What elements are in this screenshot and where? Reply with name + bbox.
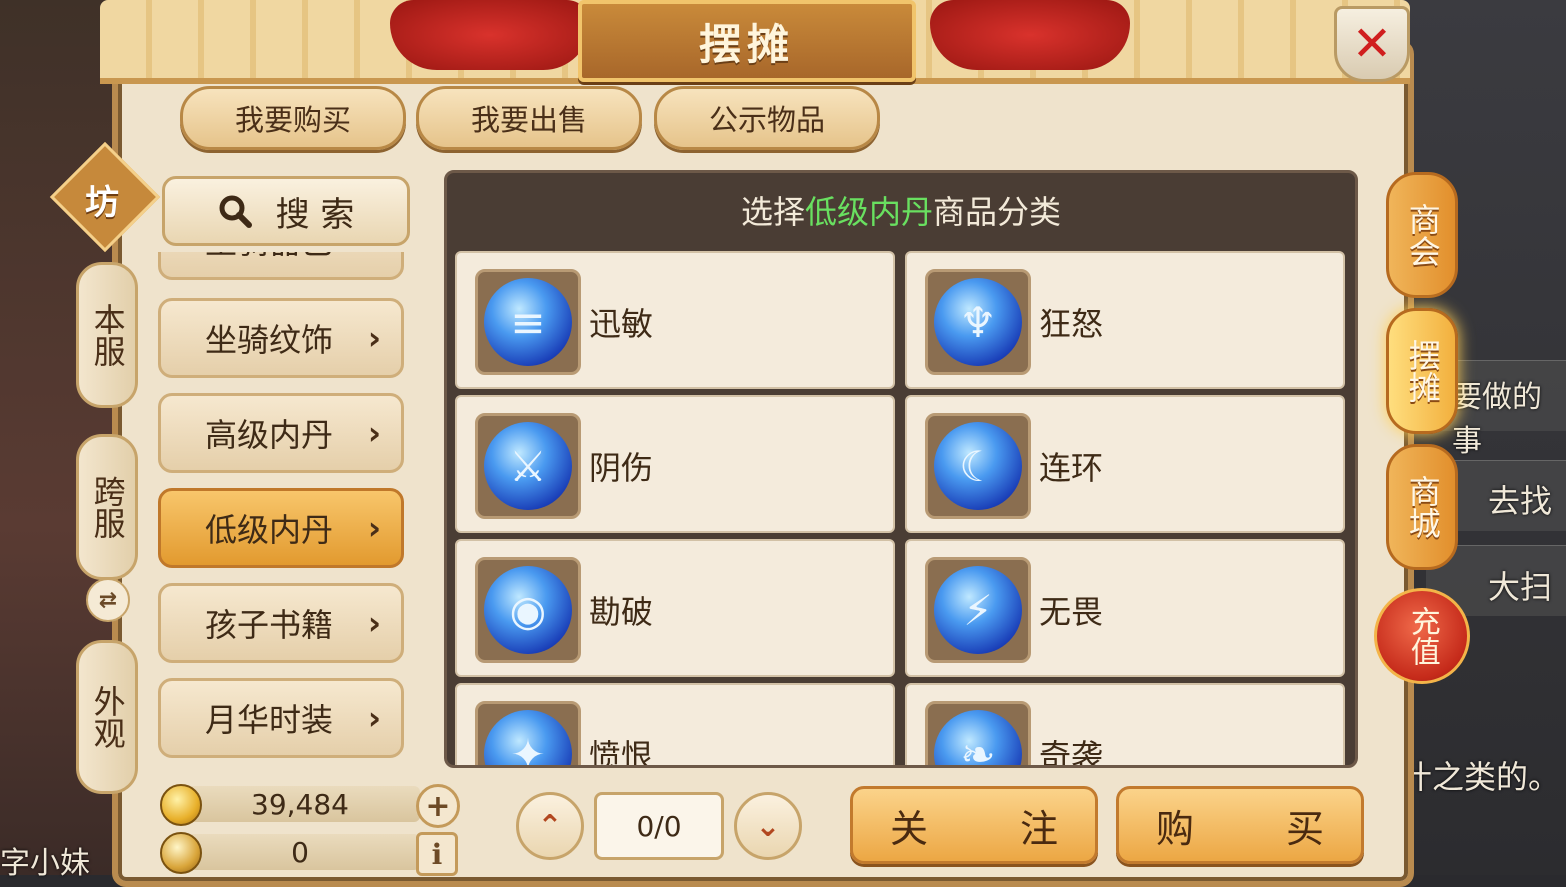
gold-amount: 39,484 [180,786,420,822]
background-chat-text: 什之类的。 [1400,758,1561,796]
page-up-button[interactable]: ⌃ [516,792,584,860]
item-name: 阴伤 [589,449,654,487]
silver-amount: 0 [180,834,420,870]
item-card[interactable]: ⚡ 无畏 [905,539,1345,677]
content-title-prefix: 选择 [740,193,805,231]
side-tab-label: 商会 [1403,203,1442,267]
item-card[interactable]: ◉ 勘破 [455,539,895,677]
tab-buy[interactable]: 我要购买 [180,86,406,150]
page-indicator: 0/0 [594,792,724,860]
tab-public-items[interactable]: 公示物品 [654,86,880,150]
chevron-right-icon: › [368,252,381,259]
gold-coin-icon [160,784,202,826]
content-title-highlight: 低级内丹 [804,193,933,231]
category-item[interactable]: 坐骑纹饰 › [158,298,404,378]
item-name: 奇袭 [1039,737,1104,768]
follow-label: 关 注 [889,806,1099,851]
category-item[interactable]: 孩子书籍 › [158,583,404,663]
item-name: 迅敏 [589,305,654,343]
raid-orb-icon: ❧ [925,701,1031,765]
category-item[interactable]: 坐骑器巴 › [158,252,404,280]
shadow-orb-icon: ⚔ [475,413,581,519]
item-card[interactable]: ☾ 连环 [905,395,1345,533]
item-card[interactable]: ✦ 愤恨 [455,683,895,768]
side-tab-guild[interactable]: 商会 [1386,172,1458,298]
ribbon-decoration [390,0,590,70]
category-label: 孩子书籍 [205,606,334,644]
background-npc-name: 字小妹 [0,846,90,881]
swap-icon[interactable]: ⇄ [86,578,130,622]
chevron-right-icon: › [367,699,381,737]
item-name: 勘破 [589,593,654,631]
item-card[interactable]: ❧ 奇袭 [905,683,1345,768]
background-quest-text: 去找 [1488,482,1553,520]
server-tab-label: 跨服 [88,475,127,539]
page-down-button[interactable]: ⌄ [734,792,802,860]
silver-coin-icon [160,832,202,874]
search-label: 搜 索 [275,194,355,235]
side-tab-label: 摆摊 [1403,339,1442,403]
chevron-right-icon: › [367,604,381,642]
category-label: 高级内丹 [205,416,334,454]
search-button[interactable]: 搜 索 [162,176,410,246]
background-quest-text: 要做的事 [1452,380,1542,459]
category-item-selected[interactable]: 低级内丹 › [158,488,404,568]
category-item[interactable]: 月华时装 › [158,678,404,758]
search-icon [219,195,252,228]
info-button[interactable]: i [416,832,458,876]
server-tab-cross[interactable]: 跨服 [76,434,138,580]
category-item[interactable]: 高级内丹 › [158,393,404,473]
item-name: 愤恨 [589,737,654,768]
close-icon: ✕ [1351,16,1393,72]
side-tab-stall[interactable]: 摆摊 [1386,308,1458,434]
chevron-right-icon: › [367,414,381,452]
background-quest-text: 大扫 [1488,568,1553,606]
chain-orb-icon: ☾ [925,413,1031,519]
content-title: 选择低级内丹商品分类 [447,187,1355,233]
silver-row: 0 i [160,832,458,876]
item-card[interactable]: ⚔ 阴伤 [455,395,895,533]
chevron-right-icon: › [367,319,381,357]
eye-orb-icon: ◉ [475,557,581,663]
item-card[interactable]: ♆ 狂怒 [905,251,1345,389]
fearless-orb-icon: ⚡ [925,557,1031,663]
chevron-up-icon: ⌃ [537,808,563,844]
recharge-label: 充值 [1404,606,1440,666]
server-tab-label: 外观 [88,685,127,749]
tab-sell[interactable]: 我要出售 [416,86,642,150]
category-label: 月华时装 [205,701,334,739]
server-tab-appearance[interactable]: 外观 [76,640,138,794]
server-tab-local[interactable]: 本服 [76,262,138,408]
gold-row: 39,484 + [160,784,460,828]
category-label: 低级内丹 [205,511,334,549]
shop-badge-label: 坊 [85,183,119,223]
item-name: 连环 [1039,449,1104,487]
follow-button[interactable]: 关 注 [850,786,1098,864]
side-tab-label: 商城 [1403,475,1442,539]
item-name: 狂怒 [1039,305,1104,343]
window-title: 摆摊 [698,19,795,69]
category-label: 坐骑纹饰 [205,321,334,359]
recharge-button[interactable]: 充值 [1374,588,1470,684]
item-card[interactable]: ≡ 迅敏 [455,251,895,389]
buy-button[interactable]: 购 买 [1116,786,1364,864]
content-title-suffix: 商品分类 [933,193,1062,231]
ribbon-decoration [930,0,1130,70]
window-title-plaque: 摆摊 [578,0,916,82]
server-tab-label: 本服 [88,303,127,367]
chevron-right-icon: › [367,509,381,547]
add-gold-button[interactable]: + [416,784,460,828]
item-name: 无畏 [1039,593,1104,631]
swift-orb-icon: ≡ [475,269,581,375]
side-tab-mall[interactable]: 商城 [1386,444,1458,570]
category-list[interactable]: 坐骑器巴 › 坐骑纹饰 › 高级内丹 › 低级内丹 › 孩子书籍 › 月华时装 › [156,252,410,767]
rage-orb-icon: ♆ [925,269,1031,375]
hatred-orb-icon: ✦ [475,701,581,765]
close-button[interactable]: ✕ [1334,6,1410,82]
item-grid-panel: 选择低级内丹商品分类 ≡ 迅敏 ♆ 狂怒 ⚔ 阴伤 ☾ 连环 ◉ 勘破 ⚡ 无畏… [444,170,1358,768]
category-label: 坐骑器巴 [205,252,333,263]
buy-label: 购 买 [1155,806,1365,851]
chevron-down-icon: ⌄ [755,808,781,844]
